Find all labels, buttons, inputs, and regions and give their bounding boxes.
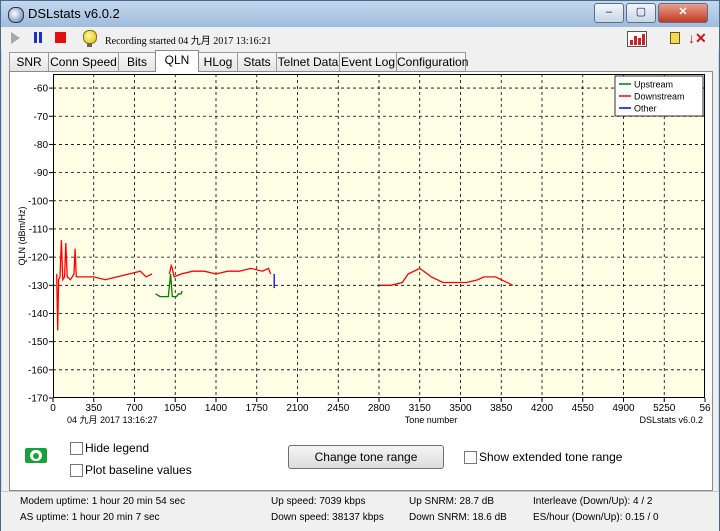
y-tick-label: -60: [34, 84, 49, 95]
y-tick-label: -170: [28, 394, 48, 405]
interleave: Interleave (Down/Up): 4 / 2: [533, 496, 653, 507]
y-tick-label: -120: [28, 253, 48, 264]
modem-uptime: Modem uptime: 1 hour 20 min 54 sec: [20, 496, 186, 507]
x-axis-label: Tone number: [405, 415, 458, 425]
x-tick-label: 3500: [449, 403, 472, 414]
legend-label: Downstream: [634, 92, 685, 102]
show-extended-label: Show extended tone range: [479, 450, 623, 464]
x-tick-label: 2100: [286, 403, 309, 414]
x-tick-label: 2450: [327, 403, 350, 414]
hide-legend-label: Hide legend: [85, 441, 150, 455]
y-tick-label: -100: [28, 196, 48, 207]
series-line-downstream: [379, 267, 514, 286]
x-tick-label: 1400: [205, 403, 228, 414]
down-speed: Down speed: 38137 kbps: [271, 512, 384, 523]
status-bar: Modem uptime: 1 hour 20 min 54 sec AS up…: [1, 491, 719, 531]
series-line-upstream: [155, 273, 183, 298]
x-tick-label: 3150: [409, 403, 432, 414]
x-tick-label: 4550: [572, 403, 595, 414]
es-hour: ES/hour (Down/Up): 0.15 / 0: [533, 512, 659, 523]
legend-label: Upstream: [634, 80, 673, 90]
y-tick-label: -140: [28, 309, 48, 320]
up-speed: Up speed: 7039 kbps: [271, 496, 366, 507]
qln-chart: -60 -70 -80 -90 -100 -110 -120 -130 -140 -150 -160…: [17, 74, 711, 425]
down-snrm: Down SNRM: 18.6 dB: [409, 512, 507, 523]
chart-version: DSLstats v6.0.2: [639, 415, 703, 425]
x-tick-label: 4900: [612, 403, 635, 414]
x-tick-label: 1050: [164, 403, 187, 414]
series-line-downstream: [168, 263, 272, 278]
y-tick-label: -90: [34, 168, 49, 179]
x-tick-label: 3850: [490, 403, 513, 414]
legend-label: Other: [634, 104, 657, 114]
x-tick-label: 350: [85, 403, 102, 414]
y-tick-label: -110: [29, 224, 49, 235]
plot-baseline-label: Plot baseline values: [85, 463, 192, 477]
chart-timestamp: 04 九月 2017 13:16:27: [67, 415, 158, 425]
hide-legend-checkbox[interactable]: [70, 442, 83, 455]
x-tick-label: 4200: [531, 403, 554, 414]
y-axis-label: QLN (dBm/Hz): [17, 206, 27, 265]
tab-qln[interactable]: QLN: [155, 50, 199, 72]
x-tick-label: 56: [699, 403, 711, 414]
y-tick-label: -80: [34, 140, 49, 151]
y-tick-label: -160: [28, 365, 48, 376]
as-uptime: AS uptime: 1 hour 20 min 7 sec: [20, 512, 160, 523]
y-tick-label: -130: [28, 281, 48, 292]
x-tick-label: 0: [50, 403, 56, 414]
x-tick-label: 5250: [653, 403, 676, 414]
x-tick-label: 700: [126, 403, 143, 414]
x-tick-label: 1750: [246, 403, 269, 414]
y-tick-label: -150: [28, 337, 48, 348]
show-extended-checkbox[interactable]: [464, 451, 477, 464]
up-snrm: Up SNRM: 28.7 dB: [409, 496, 495, 507]
change-tone-range-button[interactable]: Change tone range: [288, 445, 444, 469]
y-tick-label: -70: [34, 112, 49, 123]
camera-icon[interactable]: [25, 448, 47, 463]
plot-baseline-checkbox[interactable]: [70, 464, 83, 477]
app-window: DSLstats v6.0.2 – ▢ ✕ Recording started …: [0, 0, 720, 531]
x-tick-label: 2800: [368, 403, 391, 414]
